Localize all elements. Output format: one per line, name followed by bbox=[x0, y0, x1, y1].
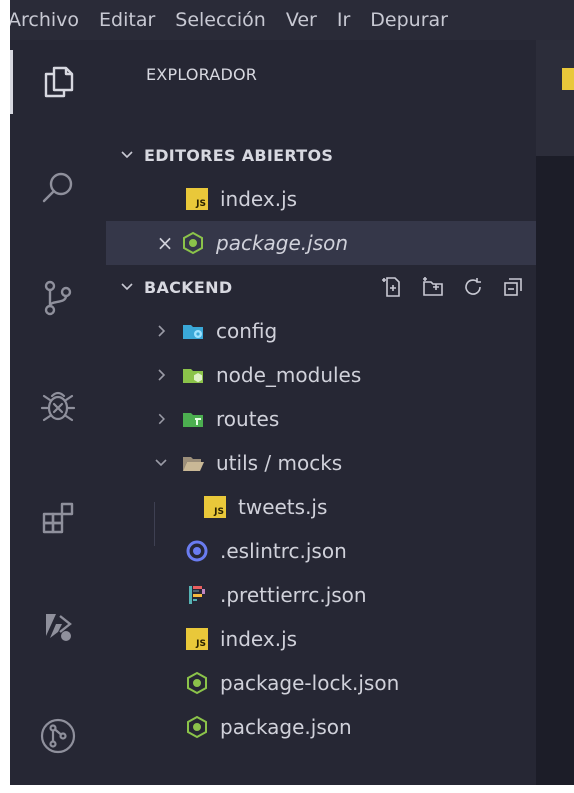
node-json-icon bbox=[184, 714, 210, 740]
js-file-icon: JS bbox=[184, 186, 210, 212]
menu-seleccion[interactable]: Selección bbox=[165, 9, 276, 31]
menu-editar[interactable]: Editar bbox=[89, 9, 165, 31]
file-label: package-lock.json bbox=[220, 671, 400, 695]
source-control-icon[interactable] bbox=[10, 260, 106, 336]
git-graph-icon[interactable] bbox=[10, 698, 106, 774]
file-item[interactable]: JS index.js bbox=[106, 617, 536, 661]
close-icon[interactable]: × bbox=[154, 231, 176, 255]
open-editor-label: index.js bbox=[220, 187, 298, 211]
project-label: BACKEND bbox=[144, 277, 233, 297]
remote-icon[interactable] bbox=[10, 588, 106, 664]
chevron-right-icon bbox=[152, 366, 170, 384]
editor-tab-bar bbox=[536, 40, 574, 156]
node-json-icon bbox=[180, 230, 206, 256]
js-file-icon: JS bbox=[202, 494, 228, 520]
open-folder-icon bbox=[180, 450, 206, 476]
file-item[interactable]: package-lock.json bbox=[106, 661, 536, 705]
file-label: .prettierrc.json bbox=[220, 583, 367, 607]
open-editor-item-selected[interactable]: × package.json bbox=[106, 221, 536, 265]
menu-archivo[interactable]: Archivo bbox=[10, 9, 89, 31]
project-header[interactable]: BACKEND bbox=[106, 265, 536, 309]
node-folder-icon bbox=[180, 362, 206, 388]
open-editor-item[interactable]: JS index.js bbox=[106, 177, 536, 221]
chevron-down-icon bbox=[152, 454, 170, 472]
file-item[interactable]: .prettierrc.json bbox=[106, 573, 536, 617]
folder-label: config bbox=[216, 319, 278, 343]
explorer-icon[interactable] bbox=[10, 44, 106, 120]
folder-item[interactable]: node_modules bbox=[106, 353, 536, 397]
js-file-icon: JS bbox=[184, 626, 210, 652]
folder-label: node_modules bbox=[216, 363, 362, 387]
editor-area bbox=[536, 40, 574, 785]
project-actions bbox=[380, 265, 526, 309]
new-folder-icon[interactable] bbox=[420, 274, 446, 300]
chevron-right-icon bbox=[152, 410, 170, 428]
file-label: .eslintrc.json bbox=[220, 539, 347, 563]
folder-label: utils / mocks bbox=[216, 451, 343, 475]
menu-ir[interactable]: Ir bbox=[327, 9, 360, 31]
js-file-icon[interactable] bbox=[562, 68, 574, 90]
menu-depurar[interactable]: Depurar bbox=[360, 9, 458, 31]
refresh-icon[interactable] bbox=[460, 274, 486, 300]
sidebar-title: EXPLORADOR bbox=[146, 65, 258, 84]
folder-item[interactable]: routes bbox=[106, 397, 536, 441]
vscode-window: Archivo Editar Selección Ver Ir Depurar bbox=[10, 0, 574, 785]
open-editor-label: package.json bbox=[216, 231, 349, 255]
file-label: index.js bbox=[220, 627, 298, 651]
search-icon[interactable] bbox=[10, 150, 106, 226]
collapse-all-icon[interactable] bbox=[500, 274, 526, 300]
file-label: package.json bbox=[220, 715, 352, 739]
folder-label: routes bbox=[216, 407, 280, 431]
prettier-icon bbox=[184, 582, 210, 608]
chevron-down-icon bbox=[118, 146, 136, 164]
folder-item[interactable]: config bbox=[106, 309, 536, 353]
folder-item-expanded[interactable]: utils / mocks bbox=[106, 441, 536, 485]
new-file-icon[interactable] bbox=[380, 274, 406, 300]
open-editors-label: EDITORES ABIERTOS bbox=[144, 145, 334, 165]
open-editors-header[interactable]: EDITORES ABIERTOS bbox=[106, 133, 536, 177]
file-item[interactable]: .eslintrc.json bbox=[106, 529, 536, 573]
node-json-icon bbox=[184, 670, 210, 696]
file-label: tweets.js bbox=[238, 495, 328, 519]
debug-icon[interactable] bbox=[10, 368, 106, 444]
menu-ver[interactable]: Ver bbox=[276, 9, 327, 31]
chevron-right-icon bbox=[152, 322, 170, 340]
file-item[interactable]: package.json bbox=[106, 705, 536, 749]
file-item[interactable]: JS tweets.js bbox=[106, 485, 536, 529]
extensions-icon[interactable] bbox=[10, 480, 106, 556]
explorer-sidebar: EXPLORADOR EDITORES ABIERTOS JS index.js… bbox=[106, 40, 536, 785]
activity-bar bbox=[10, 40, 106, 785]
routes-folder-icon bbox=[180, 406, 206, 432]
config-folder-icon bbox=[180, 318, 206, 344]
chevron-down-icon bbox=[118, 278, 136, 296]
menu-bar: Archivo Editar Selección Ver Ir Depurar bbox=[10, 0, 574, 40]
eslint-icon bbox=[184, 538, 210, 564]
